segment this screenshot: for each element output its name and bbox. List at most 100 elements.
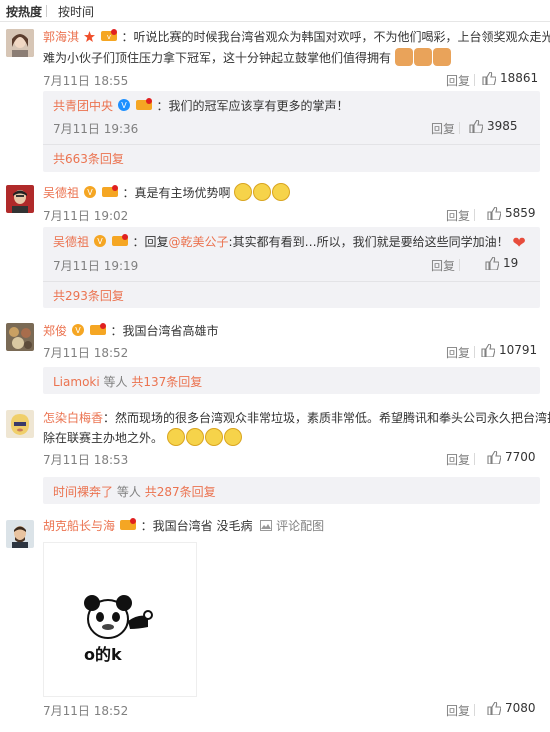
comment-username[interactable]: 吴德祖 (43, 186, 79, 200)
reply-etc: 等人 (103, 375, 128, 389)
reply-button[interactable]: 回复 (446, 702, 470, 719)
comment-image-label[interactable]: 评论配图 (276, 519, 324, 533)
view-more-replies-link[interactable]: 时间裸奔了 等人 共287条回复 (53, 483, 216, 500)
avatar[interactable] (6, 29, 34, 57)
reply-button[interactable]: 回复 (446, 344, 470, 361)
reply-date: 7月11日 19:19 (53, 259, 139, 273)
comment-username[interactable]: 郑俊 (43, 324, 67, 338)
vip-badge-icon: v (100, 28, 117, 48)
vip-badge-icon (101, 184, 118, 204)
meme-caption: o的k (84, 645, 122, 664)
smile-emoji-icon (166, 428, 185, 446)
comment-text: 郑俊 V ：我国台湾省高雄市 (43, 321, 540, 342)
avatar[interactable] (6, 410, 34, 438)
sort-divider (46, 5, 47, 17)
thumb-up-icon (482, 71, 496, 85)
reply-etc: 等人 (116, 485, 141, 499)
comment-username[interactable]: 郭海淇 (43, 30, 79, 44)
svg-text:V: V (121, 101, 127, 110)
thumb-up-icon (469, 119, 483, 133)
avatar[interactable] (6, 185, 34, 213)
comment-content: ：听说比赛的时候我台湾省观众为韩国对欢呼，不为他们喝彩，上台领奖观众走光， (121, 30, 550, 44)
comment-item: 郑俊 V ：我国台湾省高雄市 7月11日 18:52 回复 10791 Liam… (0, 320, 550, 398)
heart-emoji-icon: ❤ (512, 233, 526, 252)
comment-content: ：我国台湾省高雄市 (110, 324, 219, 338)
comment-item: 郭海淇 v ：听说比赛的时候我台湾省观众为韩国对欢呼，不为他们喝彩，上台领奖观众… (0, 27, 550, 177)
view-more-replies-link[interactable]: Liamoki 等人 共137条回复 (53, 373, 202, 390)
comment-item: 胡克船长与海 ：我国台湾省 没毛病 评论配图 o的k 7月11日 18:52 回… (0, 516, 550, 728)
like-button[interactable]: 19 (485, 256, 518, 270)
smirk-emoji-icon (234, 183, 253, 201)
sort-bar: 按热度 按时间 (0, 0, 550, 22)
reply-who[interactable]: Liamoki (53, 375, 100, 389)
vip-badge-icon (119, 517, 136, 537)
comment-date: 7月11日 18:53 (43, 453, 129, 467)
reply-username[interactable]: 共青团中央 (53, 99, 113, 113)
reply-box: 共青团中央 V ：我们的冠军应该享有更多的掌声！ 7月11日 19:36 回复 … (43, 91, 540, 172)
svg-text:V: V (97, 237, 103, 246)
panda-meme-icon (84, 595, 153, 639)
reply-button[interactable]: 回复 (446, 207, 470, 224)
like-button[interactable]: 7700 (487, 450, 536, 464)
like-count: 7080 (505, 701, 536, 715)
star-badge-icon (83, 28, 95, 48)
like-button[interactable]: 18861 (482, 71, 538, 85)
cat-emoji-icon (394, 47, 413, 66)
comment-text: 胡克船长与海 ：我国台湾省 没毛病 评论配图 (43, 516, 540, 537)
comment-content: ：然而现场的很多台湾观众非常垃圾，素质非常低。希望腾讯和拳头公司永久把台湾排 (103, 411, 550, 425)
reply-date: 7月11日 19:36 (53, 122, 139, 136)
svg-text:V: V (75, 326, 81, 335)
comment-item: 怎染白梅香：然而现场的很多台湾观众非常垃圾，素质非常低。希望腾讯和拳头公司永久把… (0, 407, 550, 504)
smile-emoji-icon (185, 428, 204, 446)
vip-badge-icon (111, 233, 128, 253)
view-more-replies-link[interactable]: 共663条回复 (53, 150, 124, 167)
smile-emoji-icon (223, 428, 242, 446)
reply-text: 吴德祖 V ：回复@乾美公子:其实都有看到…所以，我们就是要给这些同学加油！ ❤ (53, 232, 532, 253)
reply-button[interactable]: 回复 (446, 72, 470, 89)
sort-by-hot-tab[interactable]: 按热度 (6, 3, 42, 20)
view-more-replies-link[interactable]: 共293条回复 (53, 287, 124, 304)
mention-link[interactable]: @乾美公子 (169, 235, 229, 249)
like-count: 3985 (487, 119, 518, 133)
reply-button[interactable]: 回复 (446, 451, 470, 468)
like-count: 5859 (505, 206, 536, 220)
reply-content: ：我们的冠军应该享有更多的掌声！ (156, 99, 349, 113)
like-button[interactable]: 5859 (487, 206, 536, 220)
like-count: 18861 (500, 71, 539, 85)
comment-text: 吴德祖 V ：真是有主场优势啊 (43, 183, 540, 204)
comment-text: 怎染白梅香：然而现场的很多台湾观众非常垃圾，素质非常低。希望腾讯和拳头公司永久把… (43, 408, 550, 428)
verified-badge-icon: V (71, 322, 84, 342)
reply-count[interactable]: 共137条回复 (131, 375, 202, 389)
reply-username[interactable]: 吴德祖 (53, 235, 89, 249)
image-icon (260, 520, 273, 531)
comment-content: ：真是有主场优势啊 (122, 186, 231, 200)
comment-username[interactable]: 怎染白梅香 (43, 411, 103, 425)
verified-badge-icon: V (93, 233, 106, 253)
thumb-up-icon (485, 256, 499, 270)
reply-button[interactable]: 回复 (431, 257, 455, 274)
comment-text: 郭海淇 v ：听说比赛的时候我台湾省观众为韩国对欢呼，不为他们喝彩，上台领奖观众… (43, 27, 550, 48)
reply-button[interactable]: 回复 (431, 120, 455, 137)
verified-badge-icon: V (83, 184, 96, 204)
like-button[interactable]: 10791 (481, 343, 537, 357)
laugh-emoji-icon (272, 183, 291, 201)
reply-text: 共青团中央 V ：我们的冠军应该享有更多的掌声！ (53, 96, 532, 117)
like-button[interactable]: 3985 (469, 119, 518, 133)
thumb-up-icon (487, 701, 501, 715)
comment-image[interactable]: o的k (43, 542, 197, 697)
like-count: 10791 (499, 343, 538, 357)
like-button[interactable]: 7080 (487, 701, 536, 715)
comment-username[interactable]: 胡克船长与海 (43, 519, 115, 533)
comment-item: 吴德祖 V ：真是有主场优势啊 7月11日 19:02 回复 5859 吴德祖 … (0, 182, 550, 312)
avatar[interactable] (6, 520, 34, 548)
reply-who[interactable]: 时间裸奔了 (53, 485, 113, 499)
comment-image-link[interactable]: 评论配图 (260, 519, 324, 533)
thumb-up-icon (487, 450, 501, 464)
reply-prefix: ：回复 (132, 235, 169, 249)
sort-by-time-tab[interactable]: 按时间 (58, 3, 94, 20)
thumb-up-icon (487, 206, 501, 220)
reply-count[interactable]: 共287条回复 (145, 485, 216, 499)
verified-badge-icon: V (117, 97, 130, 117)
reply-content: :其实都有看到…所以，我们就是要给这些同学加油！ (228, 235, 509, 249)
avatar[interactable] (6, 323, 34, 351)
